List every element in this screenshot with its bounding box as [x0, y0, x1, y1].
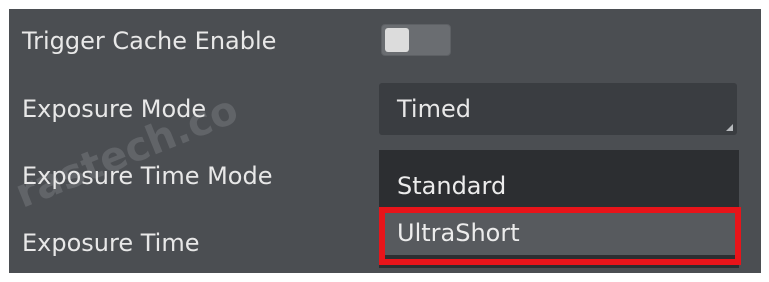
exposure-mode-value: Timed	[397, 95, 471, 123]
dropdown-arrow-icon	[726, 124, 733, 131]
trigger-cache-enable-toggle[interactable]	[381, 24, 451, 56]
label-exposure-time-mode: Exposure Time Mode	[22, 162, 273, 190]
exposure-mode-select[interactable]: Timed	[379, 83, 737, 135]
label-exposure-time: Exposure Time	[22, 229, 200, 257]
properties-panel: rastech.co Trigger Cache Enable Exposure…	[9, 9, 761, 273]
label-trigger-cache-enable: Trigger Cache Enable	[22, 27, 277, 55]
toggle-knob	[385, 28, 409, 52]
label-exposure-mode: Exposure Mode	[22, 95, 207, 123]
option-standard-label: Standard	[397, 172, 507, 200]
red-highlight-annotation	[379, 207, 741, 265]
option-standard[interactable]: Standard	[379, 160, 739, 208]
